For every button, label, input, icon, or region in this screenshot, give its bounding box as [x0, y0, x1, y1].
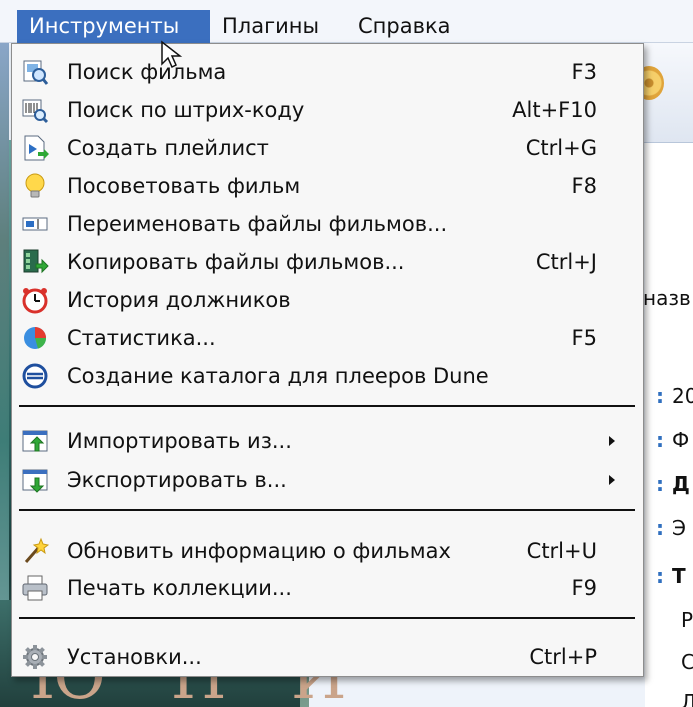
- import-icon: [21, 427, 49, 455]
- dune-catalog-icon: [21, 362, 49, 390]
- film-search-icon: [21, 58, 49, 86]
- menu-item-rename-files[interactable]: Переименовать файлы фильмов...: [12, 205, 643, 243]
- menu-item-recommend-film[interactable]: Посоветовать фильм F8: [12, 167, 643, 205]
- magic-wand-icon: [21, 537, 49, 565]
- playlist-icon: [21, 134, 49, 162]
- menu-item-label: Печать коллекции...: [67, 576, 292, 600]
- detail-value: Д: [672, 472, 690, 496]
- menu-item-shortcut: Ctrl+U: [526, 539, 597, 563]
- detail-value: Р: [681, 608, 693, 632]
- detail-value: Т: [672, 564, 686, 588]
- detail-colon: :: [656, 516, 664, 540]
- menu-item-label: Переименовать файлы фильмов...: [67, 212, 448, 236]
- pie-chart-icon: [21, 324, 49, 352]
- menu-item-update-info[interactable]: Обновить информацию о фильмах Ctrl+U: [12, 532, 643, 570]
- detail-value: Э: [672, 516, 686, 540]
- menu-separator: [19, 509, 635, 511]
- menu-item-label: Импортировать из...: [67, 429, 292, 453]
- menu-item-label: Обновить информацию о фильмах: [67, 539, 451, 563]
- menu-item-export[interactable]: Экспортировать в...: [12, 461, 643, 499]
- menu-separator: [19, 405, 635, 407]
- menu-item-copy-files[interactable]: Копировать файлы фильмов... Ctrl+J: [12, 243, 643, 281]
- alarm-clock-icon: [21, 286, 49, 314]
- lightbulb-icon: [21, 172, 49, 200]
- detail-row: :Т: [656, 564, 686, 588]
- tools-dropdown-menu: Поиск фильма F3 Поиск по штрих-коду Alt+…: [11, 43, 644, 677]
- detail-colon: :: [656, 472, 664, 496]
- printer-icon: [21, 574, 49, 602]
- menu-separator: [19, 617, 635, 619]
- menu-item-create-playlist[interactable]: Создать плейлист Ctrl+G: [12, 129, 643, 167]
- menu-item-label: Создание каталога для плееров Dune: [67, 364, 489, 388]
- detail-row: Л: [681, 690, 693, 707]
- menu-item-label: Посоветовать фильм: [67, 174, 301, 198]
- menu-item-label: Статистика...: [67, 326, 216, 350]
- export-icon: [21, 466, 49, 494]
- detail-value: С: [681, 650, 693, 674]
- menu-item-statistics[interactable]: Статистика... F5: [12, 319, 643, 357]
- detail-row: :Ф: [656, 428, 689, 452]
- menu-item-label: История должников: [67, 288, 291, 312]
- menu-item-shortcut: F9: [571, 576, 597, 600]
- menu-item-shortcut: F8: [571, 174, 597, 198]
- menu-help[interactable]: Справка: [346, 10, 463, 43]
- menu-item-search-barcode[interactable]: Поиск по штрих-коду Alt+F10: [12, 91, 643, 129]
- detail-colon: :: [656, 428, 664, 452]
- detail-row: С: [681, 650, 693, 674]
- menu-item-shortcut: F5: [571, 326, 597, 350]
- menu-item-import[interactable]: Импортировать из...: [12, 422, 643, 460]
- detail-value: 20: [672, 384, 693, 408]
- menu-bar: Инструменты Плагины Справка: [0, 0, 693, 43]
- detail-row: :Д: [656, 472, 690, 496]
- menu-tools-label: Инструменты: [29, 14, 180, 38]
- gear-icon: [21, 643, 49, 671]
- menu-item-settings[interactable]: Установки... Ctrl+P: [12, 638, 643, 676]
- menu-item-label: Установки...: [67, 645, 202, 669]
- menu-item-debtors-history[interactable]: История должников: [12, 281, 643, 319]
- detail-row: :Э: [656, 516, 686, 540]
- menu-tools[interactable]: Инструменты: [17, 10, 210, 43]
- detail-value: назв: [643, 286, 691, 310]
- detail-colon: :: [656, 564, 664, 588]
- menu-item-dune-catalog[interactable]: Создание каталога для плееров Dune: [12, 357, 643, 395]
- copy-files-icon: [21, 248, 49, 276]
- menu-item-shortcut: F3: [571, 60, 597, 84]
- menu-item-print-collection[interactable]: Печать коллекции... F9: [12, 569, 643, 607]
- menu-item-search-film[interactable]: Поиск фильма F3: [12, 53, 643, 91]
- rename-icon: [21, 210, 49, 238]
- submenu-arrow-icon: [609, 436, 615, 446]
- menu-item-label: Экспортировать в...: [67, 468, 287, 492]
- detail-value: Ф: [672, 428, 690, 452]
- detail-row: Р: [681, 608, 693, 632]
- menu-item-shortcut: Ctrl+P: [529, 645, 597, 669]
- detail-row: назв: [643, 286, 691, 310]
- menu-item-shortcut: Alt+F10: [512, 98, 597, 122]
- menu-item-shortcut: Ctrl+G: [525, 136, 597, 160]
- menu-item-label: Поиск фильма: [67, 60, 227, 84]
- detail-colon: :: [656, 384, 664, 408]
- menu-item-label: Копировать файлы фильмов...: [67, 250, 405, 274]
- detail-value: Л: [681, 690, 693, 707]
- menu-item-label: Создать плейлист: [67, 136, 269, 160]
- menu-item-label: Поиск по штрих-коду: [67, 98, 305, 122]
- menu-help-label: Справка: [358, 14, 451, 38]
- menu-item-shortcut: Ctrl+J: [535, 250, 597, 274]
- menu-plugins[interactable]: Плагины: [210, 10, 331, 43]
- detail-row: :20: [656, 384, 693, 408]
- menu-plugins-label: Плагины: [222, 14, 320, 38]
- barcode-search-icon: [21, 96, 49, 124]
- submenu-arrow-icon: [609, 475, 615, 485]
- mouse-cursor-icon: [161, 40, 183, 69]
